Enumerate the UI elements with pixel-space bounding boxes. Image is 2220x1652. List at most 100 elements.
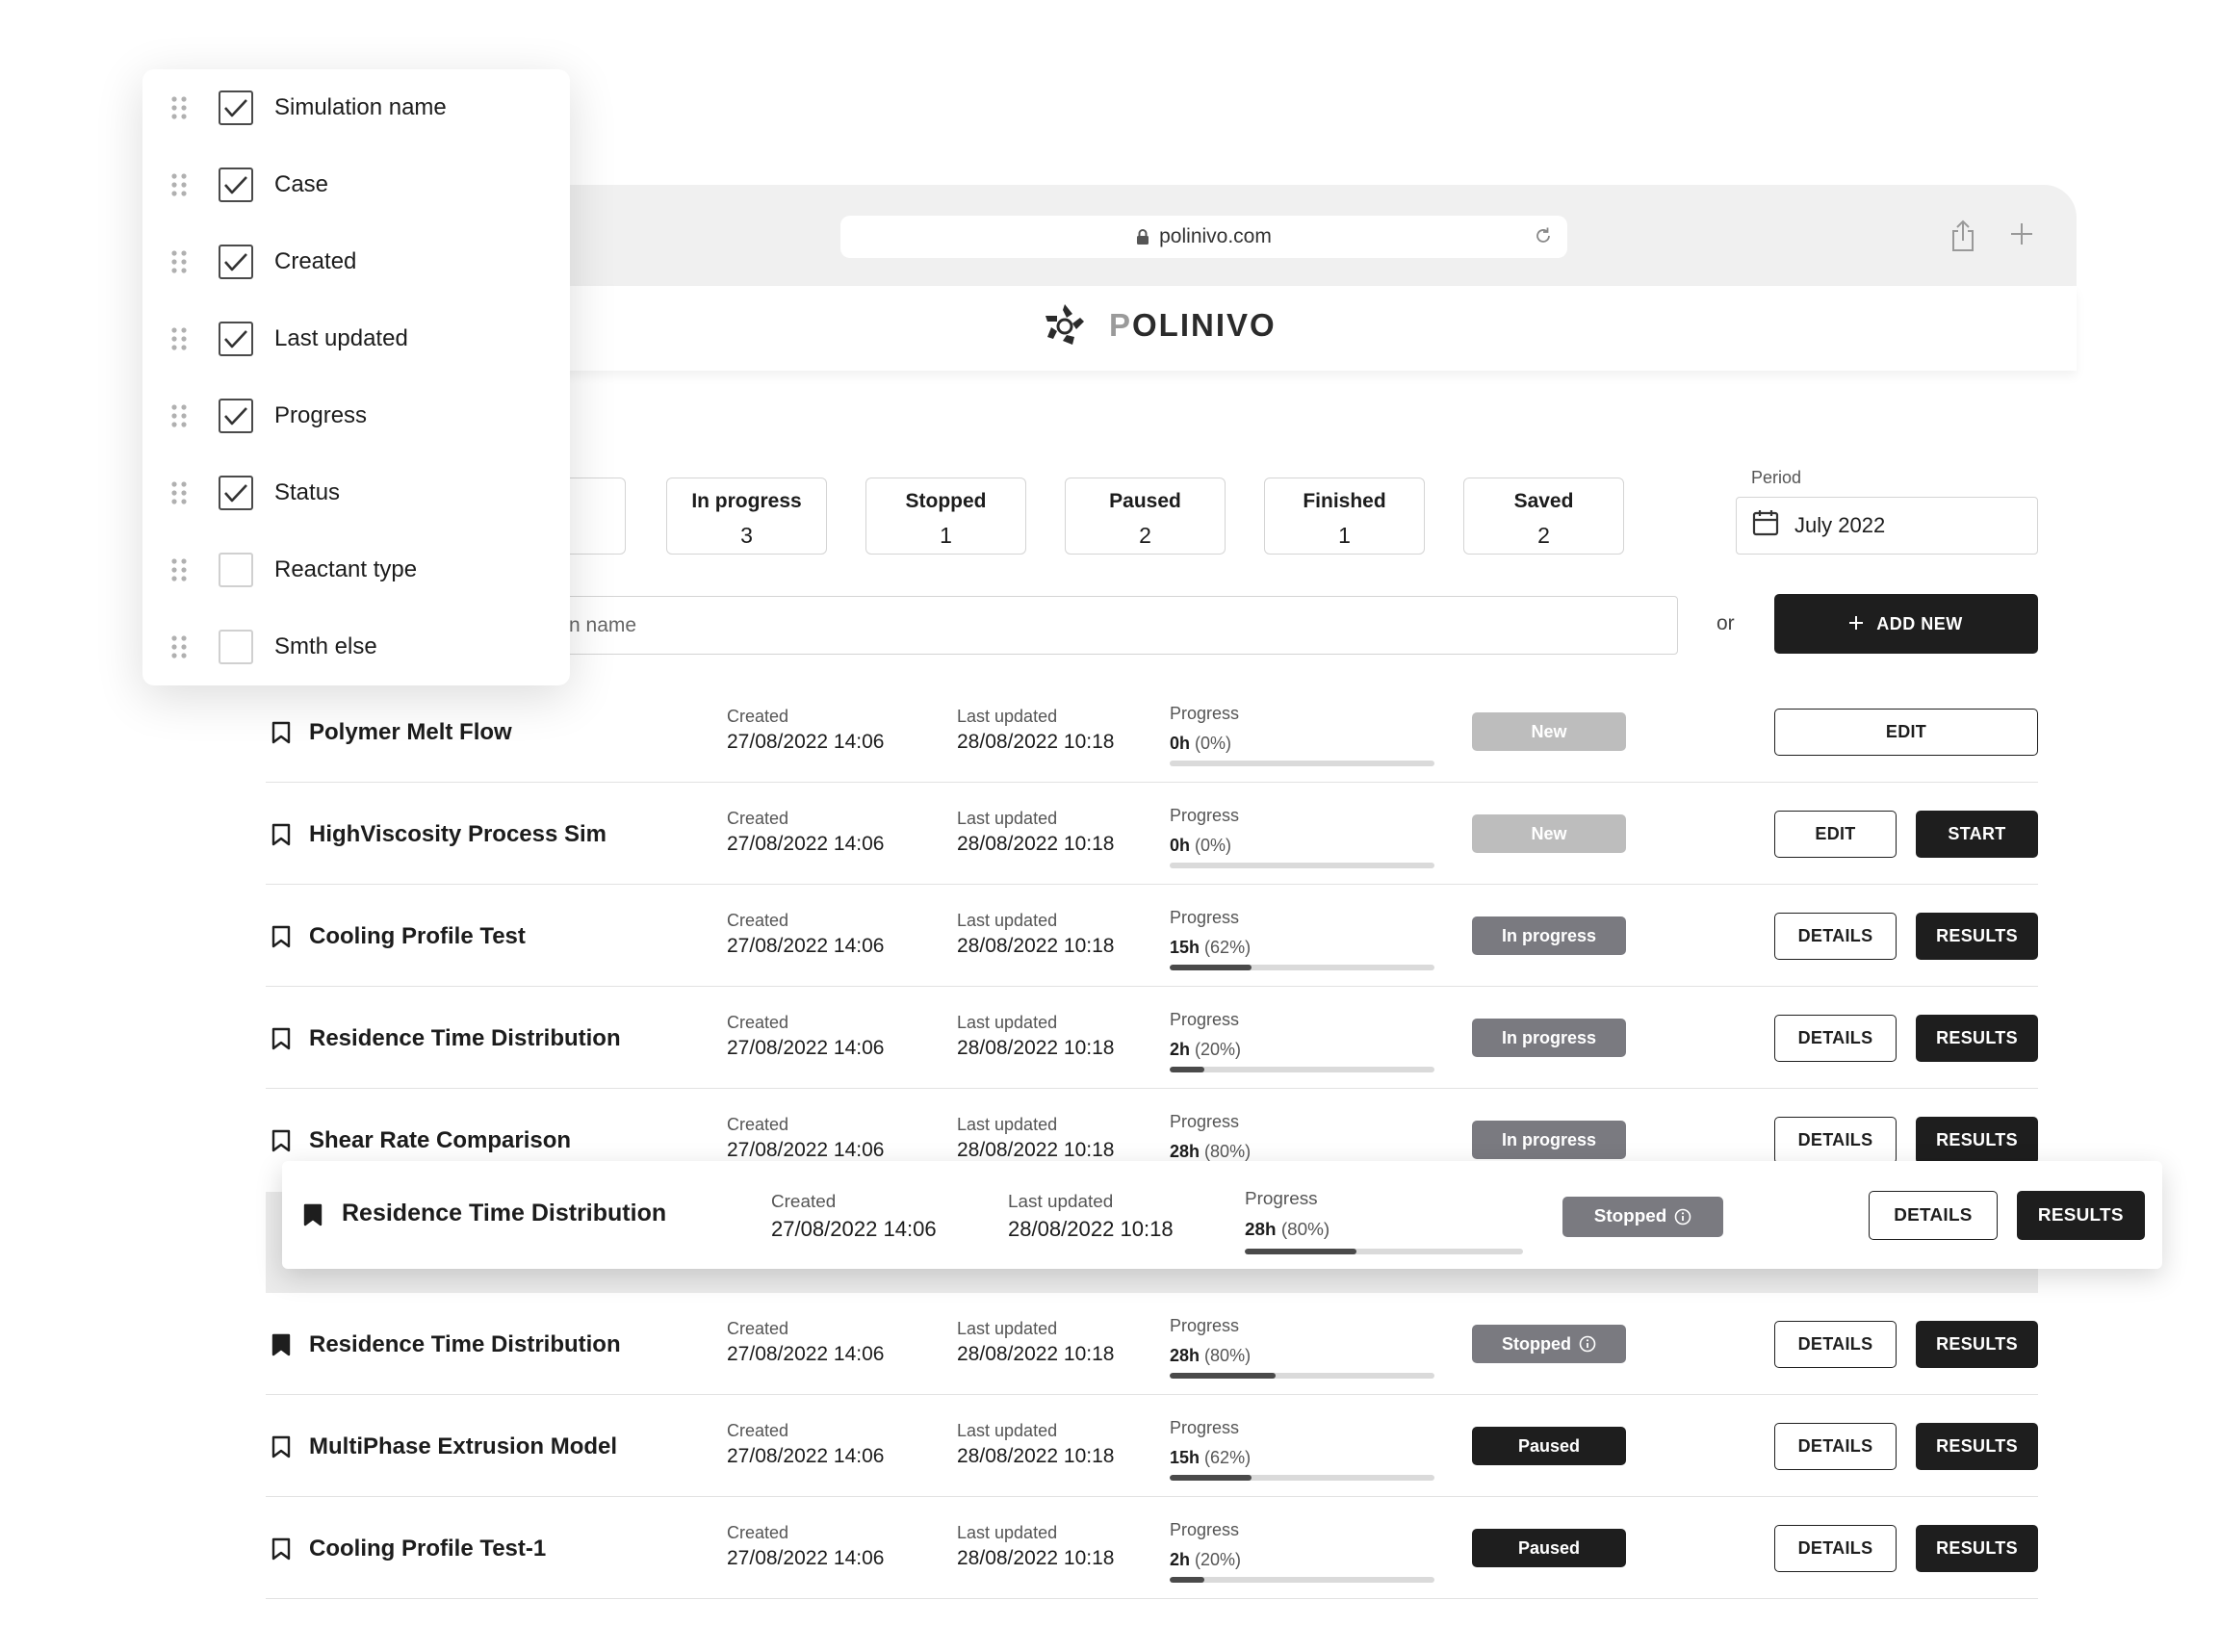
bookmark-icon[interactable] bbox=[271, 1129, 291, 1157]
drag-handle-icon[interactable] bbox=[171, 173, 187, 201]
results-button[interactable]: RESULTS bbox=[1916, 913, 2038, 960]
column-option[interactable]: Reactant type bbox=[142, 531, 570, 608]
details-button[interactable]: DETAILS bbox=[1774, 1321, 1897, 1368]
column-option[interactable]: Smth else bbox=[142, 608, 570, 685]
details-button[interactable]: DETAILS bbox=[1869, 1191, 1998, 1241]
drag-handle-icon[interactable] bbox=[171, 404, 187, 432]
column-option-label: Last updated bbox=[274, 325, 408, 351]
simulation-name[interactable]: Cooling Profile Test bbox=[309, 923, 526, 950]
column-chooser: Simulation name Case Created Last updated Pr… bbox=[142, 69, 570, 685]
progress-value: 28h (80%) bbox=[1245, 1220, 1329, 1241]
filter-saved[interactable]: Saved 2 bbox=[1463, 478, 1624, 555]
last-updated-value: 28/08/2022 10:18 bbox=[957, 1547, 1115, 1569]
checkmark-icon bbox=[223, 405, 248, 426]
address-bar[interactable]: polinivo.com bbox=[840, 216, 1567, 258]
simulation-name[interactable]: Shear Rate Comparison bbox=[309, 1127, 571, 1154]
drag-handle-icon[interactable] bbox=[171, 635, 187, 663]
column-checkbox[interactable] bbox=[219, 322, 253, 356]
column-checkbox[interactable] bbox=[219, 90, 253, 125]
column-checkbox[interactable] bbox=[219, 630, 253, 664]
filter-in-progress[interactable]: In progress 3 bbox=[666, 478, 827, 555]
filter-paused[interactable]: Paused 2 bbox=[1065, 478, 1226, 555]
last-updated-label: Last updated bbox=[957, 911, 1058, 930]
drag-handle-icon[interactable] bbox=[171, 96, 187, 124]
edit-button[interactable]: EDIT bbox=[1774, 709, 2038, 756]
results-button[interactable]: RESULTS bbox=[1916, 1015, 2038, 1062]
bookmark-icon[interactable] bbox=[271, 1333, 291, 1361]
details-button[interactable]: DETAILS bbox=[1774, 1525, 1897, 1572]
last-updated-label: Last updated bbox=[957, 1013, 1058, 1032]
dragged-simulation-row[interactable]: Residence Time Distribution Created 27/08/… bbox=[282, 1161, 2162, 1269]
column-option[interactable]: Status bbox=[142, 454, 570, 531]
simulation-name[interactable]: Residence Time Distribution bbox=[309, 1025, 621, 1052]
info-icon[interactable] bbox=[1674, 1208, 1691, 1226]
progress-bar-fill bbox=[1170, 1067, 1204, 1072]
progress-bar-fill bbox=[1170, 1577, 1204, 1583]
simulation-name[interactable]: Cooling Profile Test-1 bbox=[309, 1536, 546, 1562]
progress-label: Progress bbox=[1170, 908, 1240, 927]
results-button[interactable]: RESULTS bbox=[1916, 1117, 2038, 1164]
drag-handle-icon[interactable] bbox=[171, 558, 187, 586]
filter-stopped[interactable]: Stopped 1 bbox=[865, 478, 1026, 555]
column-option[interactable]: Last updated bbox=[142, 300, 570, 377]
polinivo-logo-icon bbox=[1045, 304, 1084, 345]
add-new-button[interactable]: ADD NEW bbox=[1774, 594, 2038, 654]
last-updated-label: Last updated bbox=[957, 1523, 1058, 1542]
progress-value: 2h (20%) bbox=[1170, 1040, 1241, 1060]
logo[interactable]: POLINIVO bbox=[1038, 300, 1277, 350]
edit-button[interactable]: EDIT bbox=[1774, 811, 1897, 858]
details-button[interactable]: DETAILS bbox=[1774, 1015, 1897, 1062]
drag-handle-icon[interactable] bbox=[171, 327, 187, 355]
last-updated-label: Last updated bbox=[957, 1319, 1058, 1338]
details-button[interactable]: DETAILS bbox=[1774, 1117, 1897, 1164]
share-icon[interactable] bbox=[1950, 219, 1975, 257]
column-checkbox[interactable] bbox=[219, 553, 253, 587]
simulation-name[interactable]: MultiPhase Extrusion Model bbox=[309, 1433, 617, 1460]
simulation-name[interactable]: Residence Time Distribution bbox=[342, 1200, 666, 1227]
bookmark-icon[interactable] bbox=[271, 1027, 291, 1055]
column-checkbox[interactable] bbox=[219, 399, 253, 433]
details-button[interactable]: DETAILS bbox=[1774, 913, 1897, 960]
bookmark-icon[interactable] bbox=[271, 721, 291, 749]
filter-label: Paused bbox=[1109, 490, 1181, 512]
bookmark-icon[interactable] bbox=[303, 1203, 323, 1231]
drag-handle-icon[interactable] bbox=[171, 481, 187, 509]
progress-percent: (62%) bbox=[1204, 938, 1252, 957]
simulation-name[interactable]: Polymer Melt Flow bbox=[309, 719, 512, 746]
details-button[interactable]: DETAILS bbox=[1774, 1423, 1897, 1470]
simulation-row: Polymer Melt Flow Created 27/08/2022 14:06… bbox=[266, 681, 2038, 783]
last-updated-value: 28/08/2022 10:18 bbox=[957, 935, 1115, 957]
bookmark-icon[interactable] bbox=[271, 823, 291, 851]
results-button[interactable]: RESULTS bbox=[1916, 1525, 2038, 1572]
simulation-name[interactable]: Residence Time Distribution bbox=[309, 1331, 621, 1358]
column-option[interactable]: Case bbox=[142, 146, 570, 223]
filter-finished[interactable]: Finished 1 bbox=[1264, 478, 1425, 555]
column-checkbox[interactable] bbox=[219, 168, 253, 202]
bookmark-icon[interactable] bbox=[271, 925, 291, 953]
start-button[interactable]: START bbox=[1916, 811, 2038, 858]
column-checkbox[interactable] bbox=[219, 476, 253, 510]
column-checkbox[interactable] bbox=[219, 245, 253, 279]
plus-icon bbox=[1849, 614, 1864, 634]
simulation-name[interactable]: HighViscosity Process Sim bbox=[309, 821, 607, 848]
results-button[interactable]: RESULTS bbox=[2016, 1191, 2145, 1241]
column-option[interactable]: Progress bbox=[142, 377, 570, 454]
status-text: In progress bbox=[1501, 1129, 1597, 1149]
reload-icon[interactable] bbox=[1533, 225, 1554, 246]
results-button[interactable]: RESULTS bbox=[1916, 1321, 2038, 1368]
column-option[interactable]: Created bbox=[142, 223, 570, 300]
search-input[interactable]: n name bbox=[539, 596, 1678, 655]
bookmark-icon[interactable] bbox=[271, 1435, 291, 1463]
filter-count: 2 bbox=[1139, 523, 1151, 548]
plus-icon[interactable] bbox=[2009, 221, 2034, 251]
bookmark-icon[interactable] bbox=[271, 1537, 291, 1565]
created-label: Created bbox=[727, 1013, 789, 1032]
info-icon[interactable] bbox=[1579, 1335, 1596, 1353]
column-option-label: Progress bbox=[274, 402, 368, 428]
results-button[interactable]: RESULTS bbox=[1916, 1423, 2038, 1470]
period-picker[interactable]: July 2022 bbox=[1736, 497, 2038, 555]
progress-percent: (80%) bbox=[1204, 1142, 1252, 1161]
column-option[interactable]: Simulation name bbox=[142, 69, 570, 146]
progress-value: 2h (20%) bbox=[1170, 1550, 1241, 1570]
drag-handle-icon[interactable] bbox=[171, 250, 187, 278]
